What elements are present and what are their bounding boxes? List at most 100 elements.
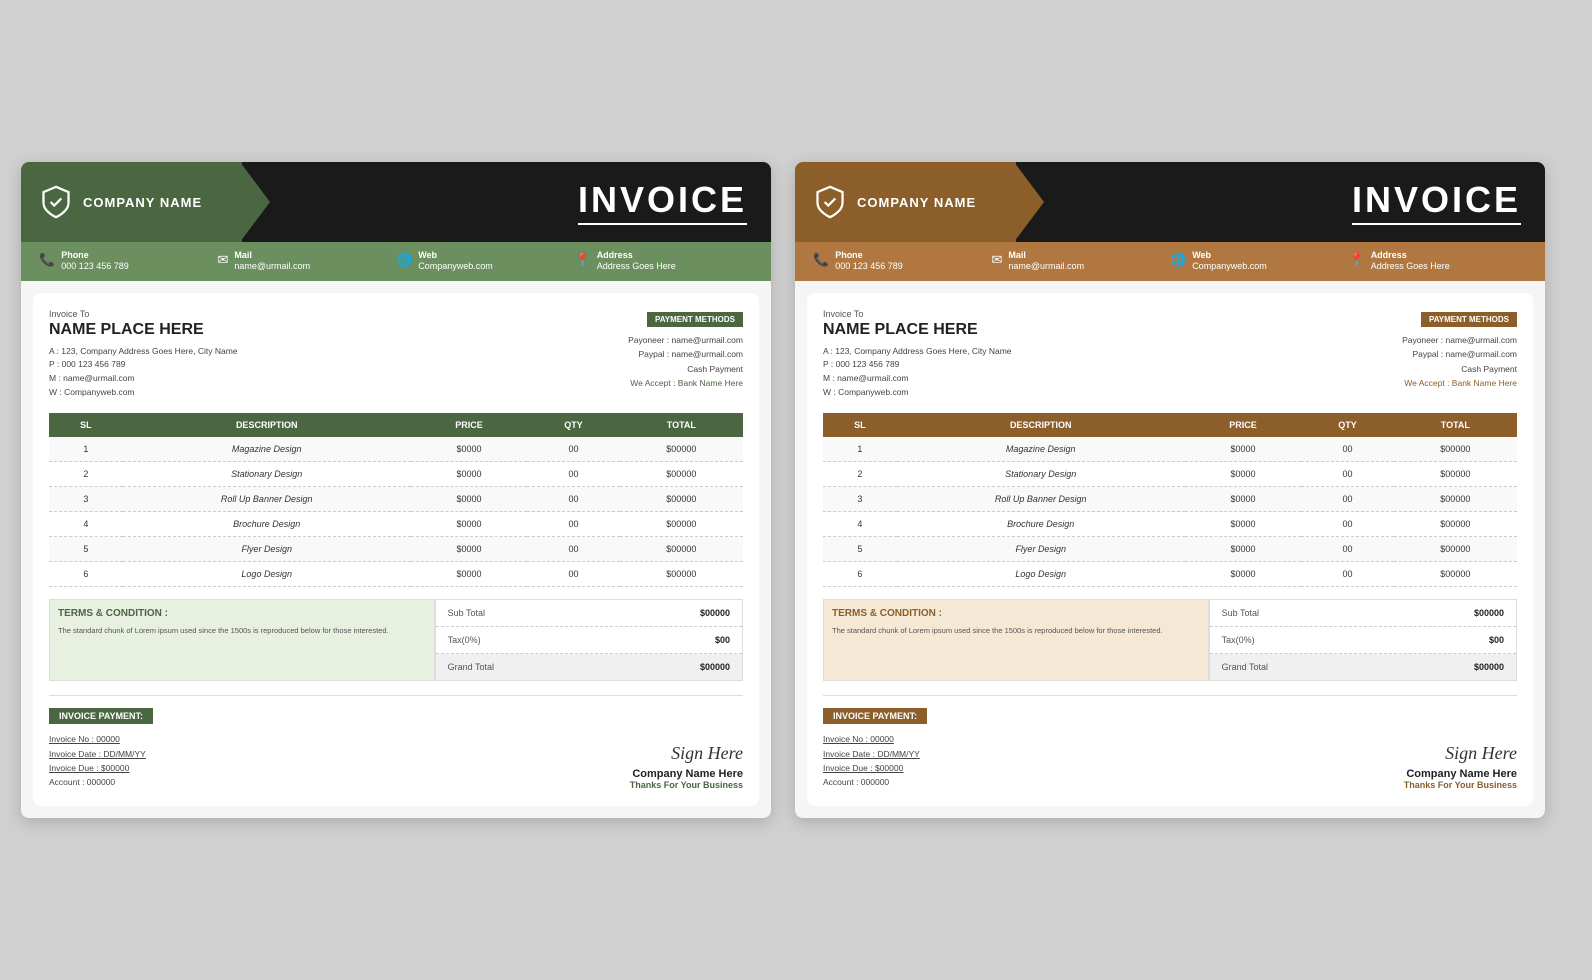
phone-icon: 📞 — [39, 252, 55, 268]
invoice-card-brown: COMPANY NAME INVOICE 📞 Phone 000 123 456… — [795, 162, 1545, 818]
table-cell-price: $0000 — [1185, 462, 1302, 487]
sub-total-row: Sub Total $00000 — [436, 600, 742, 627]
table-row: 1 Magazine Design $0000 00 $00000 — [49, 437, 743, 462]
table-cell-desc: Stationary Design — [897, 462, 1185, 487]
top-section: Invoice To NAME PLACE HERE A : 123, Comp… — [49, 309, 743, 399]
contact-web-label: Web — [1192, 250, 1267, 260]
account: Account : 000000 — [49, 777, 115, 787]
mail-icon: ✉ — [992, 252, 1003, 268]
payment-left: INVOICE PAYMENT: Invoice No : 00000 Invo… — [49, 706, 630, 790]
contact-phone: 📞 Phone 000 123 456 789 — [813, 250, 992, 273]
table-cell-qty: 00 — [527, 537, 619, 562]
bottom-section: TERMS & CONDITION : The standard chunk o… — [49, 599, 743, 681]
contact-address: 📍 Address Address Goes Here — [575, 250, 754, 273]
contact-phone-value: 000 123 456 789 — [61, 260, 129, 273]
table-cell-sl: 6 — [823, 562, 897, 587]
invoice-title: INVOICE — [578, 179, 747, 221]
invoice-no: Invoice No : 00000 — [49, 734, 120, 744]
contact-web-label: Web — [418, 250, 493, 260]
payment-info: Invoice No : 00000 Invoice Date : DD/MM/… — [49, 732, 630, 790]
invoice-header: COMPANY NAME INVOICE — [21, 162, 771, 242]
sign-here: Sign Here — [630, 743, 743, 764]
contact-phone-label: Phone — [61, 250, 129, 260]
table-cell-total: $00000 — [620, 437, 743, 462]
table-cell-qty: 00 — [527, 437, 619, 462]
invoice-to: Invoice To NAME PLACE HERE A : 123, Comp… — [823, 309, 1402, 399]
header-right: INVOICE — [1016, 162, 1545, 242]
table-row: 6 Logo Design $0000 00 $00000 — [823, 562, 1517, 587]
header-left: COMPANY NAME — [21, 162, 242, 242]
payment-footer: INVOICE PAYMENT: Invoice No : 00000 Invo… — [823, 695, 1517, 790]
table-header-cell: QTY — [1301, 413, 1393, 437]
table-cell-total: $00000 — [1394, 562, 1517, 587]
contact-mail-value: name@urmail.com — [1008, 260, 1084, 273]
tax-label: Tax(0%) — [1222, 635, 1255, 645]
payment-right: Sign Here Company Name Here Thanks For Y… — [630, 743, 743, 790]
terms-block: TERMS & CONDITION : The standard chunk o… — [49, 599, 435, 681]
table-cell-qty: 00 — [1301, 487, 1393, 512]
contact-mail-value: name@urmail.com — [234, 260, 310, 273]
table-row: 5 Flyer Design $0000 00 $00000 — [49, 537, 743, 562]
contact-phone: 📞 Phone 000 123 456 789 — [39, 250, 218, 273]
table-cell-sl: 3 — [49, 487, 123, 512]
header-arrow — [1014, 162, 1044, 242]
web-icon: 🌐 — [396, 252, 412, 268]
company-name-footer: Company Name Here — [1404, 768, 1517, 780]
payment-title-badge: INVOICE PAYMENT: — [49, 708, 153, 724]
invoice-to-label: Invoice To — [49, 309, 628, 319]
invoice-body: Invoice To NAME PLACE HERE A : 123, Comp… — [33, 293, 759, 806]
header-right: INVOICE — [242, 162, 771, 242]
table-cell-qty: 00 — [1301, 512, 1393, 537]
table-cell-sl: 5 — [823, 537, 897, 562]
table-row: 2 Stationary Design $0000 00 $00000 — [49, 462, 743, 487]
tax-value: $00 — [715, 635, 730, 645]
header-title-block: INVOICE — [578, 179, 747, 225]
contact-mail: ✉ Mail name@urmail.com — [218, 250, 397, 273]
grand-total-row: Grand Total $00000 — [436, 654, 742, 680]
terms-block: TERMS & CONDITION : The standard chunk o… — [823, 599, 1209, 681]
table-cell-price: $0000 — [1185, 487, 1302, 512]
table-header-row: SLDESCRIPTIONPRICEQTYTOTAL — [49, 413, 743, 437]
table-cell-desc: Magazine Design — [123, 437, 411, 462]
table-header-cell: PRICE — [411, 413, 528, 437]
thanks-text: Thanks For Your Business — [1404, 780, 1517, 790]
terms-title: TERMS & CONDITION : — [58, 608, 426, 619]
payment-methods-badge: PAYMENT METHODS — [1421, 312, 1517, 327]
table-cell-total: $00000 — [1394, 462, 1517, 487]
header-title-block: INVOICE — [1352, 179, 1521, 225]
table-cell-desc: Roll Up Banner Design — [123, 487, 411, 512]
address-icon: 📍 — [1349, 252, 1365, 268]
table-cell-sl: 1 — [49, 437, 123, 462]
sign-here: Sign Here — [1404, 743, 1517, 764]
table-cell-qty: 00 — [527, 512, 619, 537]
table-row: 3 Roll Up Banner Design $0000 00 $00000 — [823, 487, 1517, 512]
table-cell-qty: 00 — [1301, 462, 1393, 487]
table-cell-qty: 00 — [527, 562, 619, 587]
table-header-cell: TOTAL — [620, 413, 743, 437]
payment-detail: Payoneer : name@urmail.com Paypal : name… — [628, 333, 743, 391]
invoice-due: Invoice Due : $00000 — [49, 763, 129, 773]
terms-text: The standard chunk of Lorem ipsum used s… — [832, 625, 1200, 636]
table-cell-qty: 00 — [1301, 437, 1393, 462]
table-cell-price: $0000 — [1185, 537, 1302, 562]
contact-address: 📍 Address Address Goes Here — [1349, 250, 1528, 273]
grand-total-row: Grand Total $00000 — [1210, 654, 1516, 680]
sub-total-row: Sub Total $00000 — [1210, 600, 1516, 627]
table-header-cell: QTY — [527, 413, 619, 437]
table-row: 5 Flyer Design $0000 00 $00000 — [823, 537, 1517, 562]
table-cell-sl: 3 — [823, 487, 897, 512]
table-row: 1 Magazine Design $0000 00 $00000 — [823, 437, 1517, 462]
table-row: 4 Brochure Design $0000 00 $00000 — [823, 512, 1517, 537]
table-header-row: SLDESCRIPTIONPRICEQTYTOTAL — [823, 413, 1517, 437]
tax-value: $00 — [1489, 635, 1504, 645]
invoice-title-underline — [1352, 223, 1521, 225]
table-cell-desc: Stationary Design — [123, 462, 411, 487]
payment-methods-badge: PAYMENT METHODS — [647, 312, 743, 327]
table-cell-total: $00000 — [1394, 537, 1517, 562]
contact-mail-label: Mail — [234, 250, 310, 260]
table-cell-total: $00000 — [620, 537, 743, 562]
table-cell-price: $0000 — [411, 512, 528, 537]
invoice-date: Invoice Date : DD/MM/YY — [823, 749, 920, 759]
table-cell-price: $0000 — [411, 437, 528, 462]
invoice-body: Invoice To NAME PLACE HERE A : 123, Comp… — [807, 293, 1533, 806]
